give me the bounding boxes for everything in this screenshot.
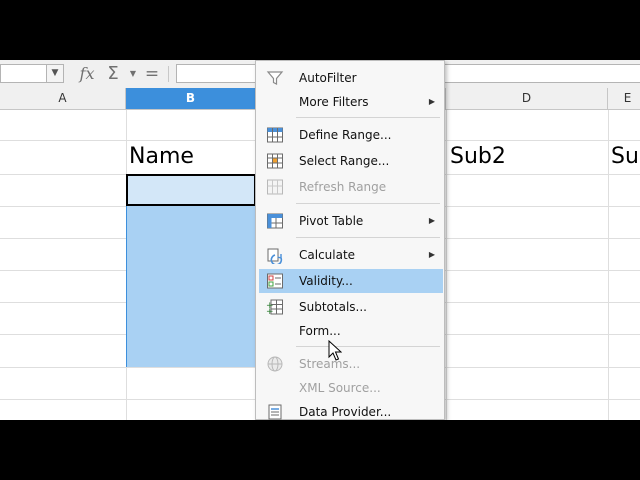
menu-item-label: Validity... [299,274,353,288]
menu-item-validity[interactable]: Validity... [259,269,443,293]
pivot-table-icon [266,212,284,230]
select-range-icon [266,152,284,170]
menu-item-label: Data Provider... [299,405,392,419]
menu-item-more-filters[interactable]: More Filters ▶ [259,90,443,114]
menu-item-subtotals[interactable]: + + Subtotals... [259,295,443,319]
menu-item-data-provider[interactable]: Data Provider... [259,400,443,420]
globe-icon [266,355,284,373]
grid-line [608,110,609,420]
menu-item-label: Define Range... [299,128,392,142]
menu-separator [296,237,440,238]
menu-item-xml-source: XML Source... [259,376,443,400]
submenu-arrow-icon: ▶ [428,216,435,225]
column-header-a[interactable]: A [0,88,126,109]
menu-item-label: XML Source... [299,381,381,395]
name-box-dropdown-icon[interactable]: ▼ [46,64,64,83]
menu-item-pivot-table[interactable]: Pivot Table ▶ [259,209,443,233]
menu-item-streams: Streams... [259,352,443,376]
formula-bar-separator [168,66,169,82]
sum-button[interactable]: Σ [104,64,122,84]
column-header-b[interactable]: B [126,88,256,109]
validity-icon [266,272,284,290]
column-header-d[interactable]: D [446,88,608,109]
submenu-arrow-icon: ▶ [428,97,435,106]
cell-b2[interactable]: Name [129,140,194,174]
calculate-icon [266,246,284,266]
menu-item-label: Subtotals... [299,300,367,314]
menu-separator [296,346,440,347]
active-cell[interactable] [126,174,256,206]
funnel-icon [266,69,284,87]
mouse-pointer-icon [328,340,342,361]
calc-window: ▼ fx Σ ▼ = A B C D E Name Sub2 Su [0,60,640,420]
menu-item-calculate[interactable]: Calculate ▶ [259,243,443,267]
menu-item-autofilter[interactable]: AutoFilter [259,66,443,90]
data-menu: AutoFilter More Filters ▶ Define Range..… [255,60,445,420]
svg-text:+: + [266,307,274,316]
submenu-arrow-icon: ▶ [428,250,435,259]
menu-item-label: Select Range... [299,154,390,168]
menu-item-form[interactable]: Form... [259,319,443,343]
menu-item-label: More Filters [299,95,369,109]
menu-item-select-range[interactable]: Select Range... [259,149,443,173]
subtotals-icon: + + [266,298,284,317]
sum-dropdown-icon[interactable]: ▼ [127,64,139,84]
refresh-range-icon [266,178,284,196]
define-range-icon [266,126,284,144]
cell-d2[interactable]: Sub2 [450,140,506,174]
menu-item-label: Pivot Table [299,214,364,228]
menu-separator [296,117,440,118]
data-provider-icon [266,403,284,420]
menu-separator [296,203,440,204]
column-header-e[interactable]: E [608,88,640,109]
formula-button[interactable]: = [143,64,161,84]
menu-item-label: Refresh Range [299,180,387,194]
menu-item-label: AutoFilter [299,71,357,85]
cell-e2[interactable]: Su [611,140,639,174]
function-wizard-button[interactable]: fx [76,64,98,84]
menu-item-refresh-range: Refresh Range [259,175,443,199]
menu-item-define-range[interactable]: Define Range... [259,123,443,147]
grid-line [446,110,447,420]
menu-item-label: Calculate [299,248,356,262]
